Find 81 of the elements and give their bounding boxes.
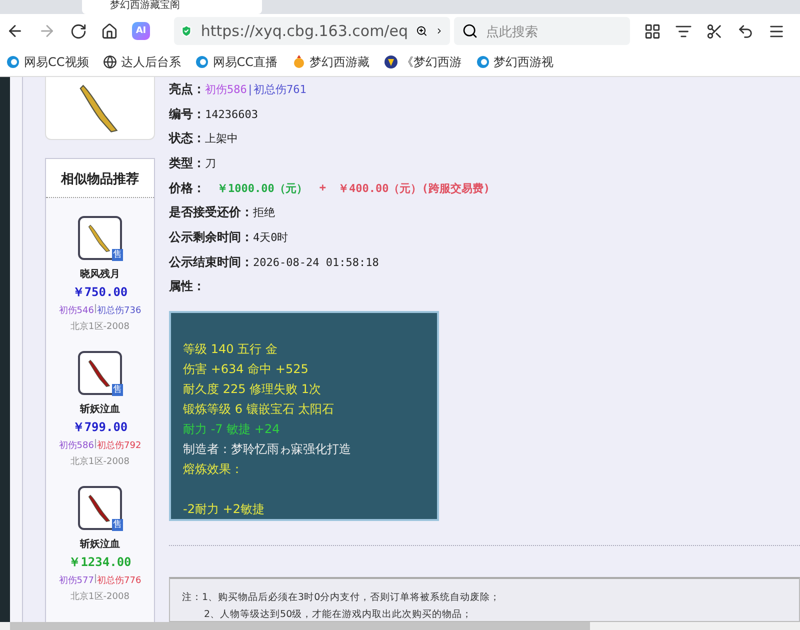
field-value: 上架中 [205, 131, 238, 146]
attribute-line: 等级 140 五行 金 [183, 341, 278, 358]
damage-text: 初伤586 [58, 440, 94, 452]
field-label: 编号： [169, 106, 205, 122]
bookmark-link[interactable]: 达人后台系 [120, 54, 181, 70]
item-name[interactable]: 斩妖泣血 [80, 402, 120, 416]
globe-icon [102, 55, 117, 69]
highlight-text: 初伤586 [205, 82, 247, 97]
search-box[interactable]: 点此搜索 [454, 17, 630, 45]
separator-text: | [94, 439, 98, 449]
chick-icon [292, 55, 306, 69]
field-label: 状态： [169, 130, 205, 148]
grid-icon[interactable] [644, 22, 661, 40]
attribute-line: -2耐力 +2敏捷 [183, 501, 266, 518]
note-text: 2、人物等级达到50级，才能在游戏内取出此次购买的物品； [203, 608, 474, 622]
server-text: 北京1区-2008 [70, 456, 130, 468]
item-thumbnail[interactable]: 售 [78, 216, 122, 260]
attribute-line: 耐久度 225 修理失败 1次 [183, 381, 322, 398]
field-value: 14236603 [205, 108, 258, 120]
cc-logo-icon [6, 55, 20, 69]
back-icon[interactable] [6, 22, 24, 40]
field-value: 刀 [205, 156, 216, 171]
item-price: ￥799.00 [72, 419, 128, 436]
field-value: 4天0时 [253, 230, 288, 245]
attribute-line: 熔炼效果： [183, 461, 244, 478]
separator-text: | [94, 574, 98, 584]
shield-icon [180, 22, 193, 40]
item-price: ￥1234.00 [68, 554, 132, 571]
damage-text: 初伤577 [58, 574, 94, 587]
item-name[interactable]: 晓风残月 [80, 267, 120, 281]
item-thumbnail[interactable]: 售 [78, 351, 122, 395]
field-label: 价格： [169, 180, 205, 197]
server-text: 北京1区-2008 [70, 320, 130, 333]
search-field[interactable]: 点此搜索 [484, 16, 622, 46]
bookmark-link[interactable]: 网易CC视频 [24, 54, 89, 70]
field-label: 公示结束时间： [169, 254, 253, 271]
damage-text: 初伤546 [58, 304, 94, 317]
field-label: 公示剩余时间： [169, 228, 253, 246]
note-text: 注：1、购买物品后必须在3时0分内支付，否则订单将被系统自动废除； [182, 591, 502, 604]
field-value: 2026-08-24 01:58:18 [253, 256, 379, 269]
home-icon[interactable] [101, 22, 118, 40]
item-price: ￥750.00 [72, 284, 128, 301]
scissors-icon[interactable] [706, 22, 723, 40]
bookmark-link[interactable]: 梦幻西游藏 [310, 54, 370, 70]
cc-logo-icon [476, 55, 490, 69]
item-thumbnail[interactable]: 售 [78, 486, 122, 530]
reload-icon[interactable] [70, 22, 87, 40]
total-damage-text: 初总伤776 [97, 574, 142, 587]
search-icon [462, 23, 478, 39]
field-label: 类型： [169, 154, 205, 172]
total-damage-text: 初总伤736 [97, 304, 142, 317]
bookmark-link[interactable]: 《梦幻西游 [402, 54, 462, 70]
sale-badge: 售 [112, 384, 123, 396]
cc-logo-icon [194, 55, 209, 69]
server-text: 北京1区-2008 [70, 590, 130, 603]
url-text: https://xyq.cbg.163.com/eq [200, 22, 408, 40]
panel-title: 相似物品推荐 [46, 159, 154, 198]
field-label: 是否接受还价： [169, 204, 253, 222]
address-bar[interactable]: https://xyq.cbg.163.com/eq [174, 17, 450, 45]
bookmark-link[interactable]: 网易CC直播 [212, 54, 278, 70]
bookmark-link[interactable]: 梦幻西游视 [494, 54, 554, 70]
attribute-line: 伤害 +634 命中 +525 [183, 361, 310, 378]
item-name[interactable]: 斩妖泣血 [80, 537, 120, 551]
attribute-line: 制造者：梦聆忆雨ゎ寐强化打造 [183, 441, 352, 458]
total-damage-text: 初总伤792 [97, 440, 142, 452]
field-label: 属性： [169, 278, 205, 296]
price-text: ￥1000.00（元） [217, 180, 308, 196]
attribute-line: 锻炼等级 6 镶嵌宝石 太阳石 [183, 401, 336, 418]
sale-badge: 售 [112, 519, 123, 531]
separator-text: | [94, 304, 98, 314]
field-label: 亮点： [169, 80, 205, 98]
undo-icon[interactable] [737, 22, 754, 40]
separator-text: | [246, 82, 254, 96]
shield-badge-icon [384, 55, 398, 69]
sale-badge: 售 [112, 249, 123, 261]
plus-text: + [319, 180, 326, 196]
field-value: 拒绝 [253, 205, 275, 220]
scrollbar-thumb[interactable] [10, 622, 590, 630]
attribute-line: 耐力 -7 敏捷 +24 [183, 421, 281, 438]
fee-text: ￥400.00（元）(跨服交易费) [338, 180, 490, 196]
highlight-text: 初总伤761 [254, 82, 306, 97]
